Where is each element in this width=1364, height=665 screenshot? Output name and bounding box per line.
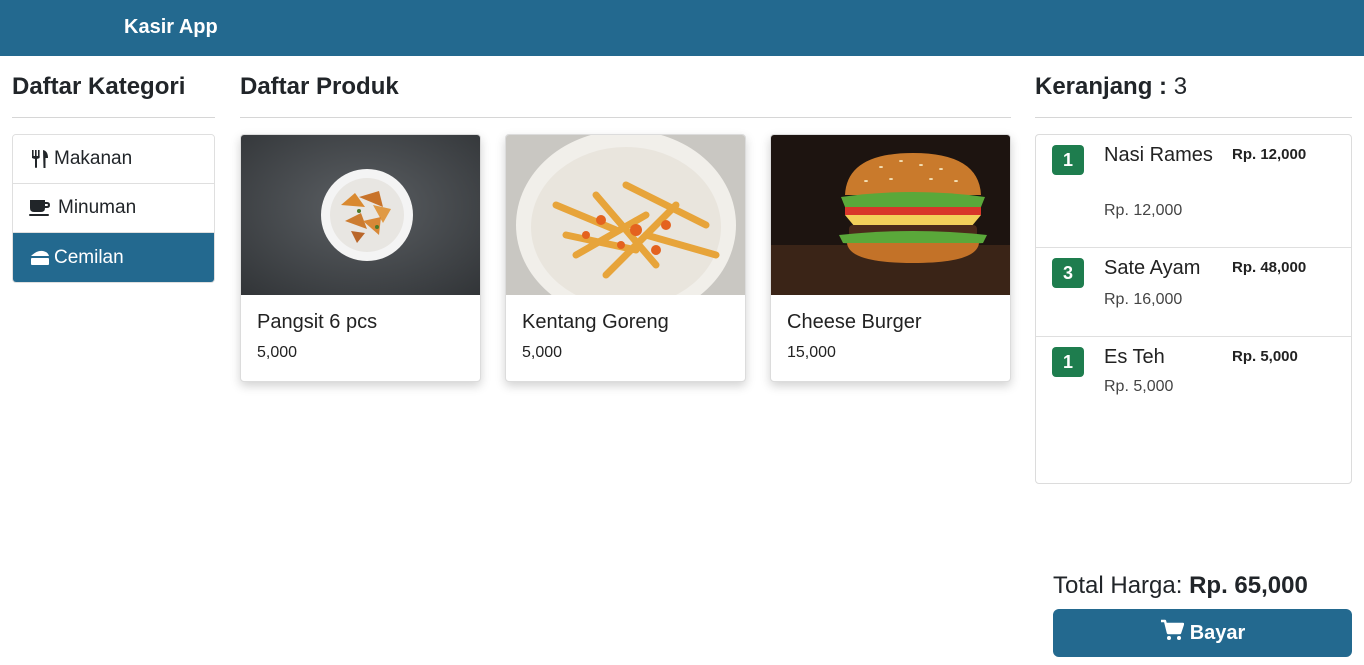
cart-item-subtotal: Rp. 5,000: [1232, 348, 1298, 365]
product-card[interactable]: Pangsit 6 pcs 5,000: [240, 134, 481, 382]
navbar: Kasir App: [0, 0, 1364, 56]
product-name: Pangsit 6 pcs: [257, 311, 378, 333]
product-card[interactable]: Kentang Goreng 5,000: [505, 134, 746, 382]
product-price: 5,000: [522, 344, 563, 361]
burger-photo: [771, 135, 1010, 295]
cart-item[interactable]: 1 Nasi Rames Rp. 12,000 Rp. 12,000: [1036, 135, 1351, 248]
cart-icon: [1160, 619, 1184, 647]
cart-item-unit-price: Rp. 16,000: [1104, 291, 1183, 308]
categories-divider: [12, 117, 215, 118]
product-price: 5,000: [257, 344, 298, 361]
total-value: Rp. 65,000: [1189, 572, 1308, 599]
product-price: 15,000: [787, 344, 836, 361]
category-list: Makanan Minuman Cemilan: [12, 134, 215, 283]
total-label: Total Harga:: [1053, 572, 1183, 599]
qty-badge: 1: [1052, 347, 1084, 377]
product-name: Cheese Burger: [787, 311, 922, 333]
cart-list: 1 Nasi Rames Rp. 12,000 Rp. 12,000 3 Sat…: [1035, 134, 1352, 484]
category-item-makanan[interactable]: Makanan: [13, 135, 214, 184]
qty-badge: 1: [1052, 145, 1084, 175]
product-card[interactable]: Cheese Burger 15,000: [770, 134, 1011, 382]
cart-title-label: Keranjang :: [1035, 73, 1168, 100]
app-brand[interactable]: Kasir App: [124, 16, 218, 39]
cart-item-subtotal: Rp. 12,000: [1232, 146, 1307, 163]
cart-item[interactable]: 1 Es Teh Rp. 5,000 Rp. 5,000: [1036, 337, 1351, 427]
cart-count: 3: [1173, 73, 1188, 100]
cart-item-name: Nasi Rames: [1104, 144, 1213, 166]
coffee-icon: [28, 197, 52, 219]
products-divider: [240, 117, 1011, 118]
category-item-minuman[interactable]: Minuman: [13, 184, 214, 233]
category-label: Makanan: [54, 148, 133, 169]
pay-button[interactable]: Bayar: [1053, 609, 1352, 657]
pay-label: Bayar: [1189, 621, 1246, 644]
cart-item-name: Sate Ayam: [1104, 257, 1201, 279]
categories-title: Daftar Kategori: [12, 73, 186, 100]
cart-item-unit-price: Rp. 5,000: [1104, 378, 1174, 395]
cheese-icon: [28, 247, 52, 269]
utensils-icon: [28, 148, 52, 170]
total-price: Total Harga: Rp. 65,000: [1053, 572, 1308, 600]
cart-item-name: Es Teh: [1104, 346, 1165, 368]
cart-title: Keranjang : 3: [1035, 73, 1187, 101]
category-label: Minuman: [58, 197, 137, 218]
pangsit-photo: [241, 135, 480, 295]
category-label: Cemilan: [54, 246, 124, 268]
cart-item-subtotal: Rp. 48,000: [1232, 259, 1307, 276]
product-name: Kentang Goreng: [522, 311, 669, 333]
products-title: Daftar Produk: [240, 73, 399, 100]
fries-photo: [506, 135, 745, 295]
cart-divider: [1035, 117, 1352, 118]
qty-badge: 3: [1052, 258, 1084, 288]
cart-item[interactable]: 3 Sate Ayam Rp. 16,000 Rp. 48,000: [1036, 248, 1351, 337]
cart-item-unit-price: Rp. 12,000: [1104, 202, 1183, 219]
category-item-cemilan[interactable]: Cemilan: [13, 233, 214, 282]
